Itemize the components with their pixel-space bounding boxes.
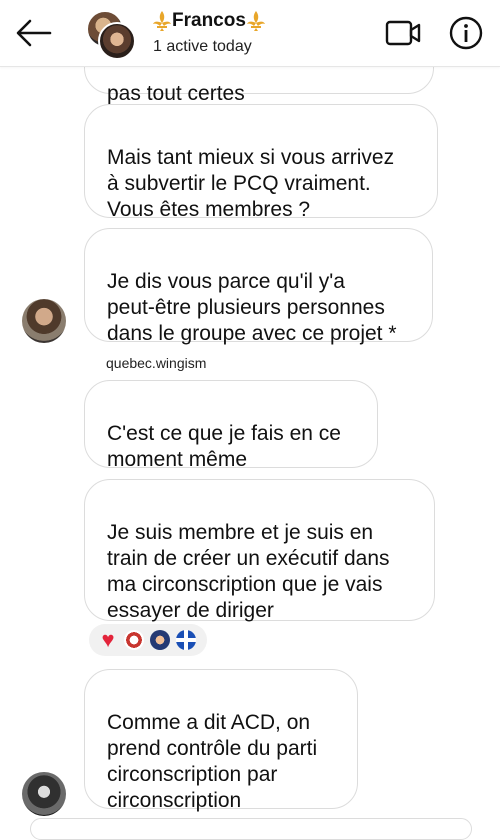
reaction-avatar [149,629,171,651]
sender-name[interactable]: quebec.wingism [106,355,206,371]
avatar[interactable] [22,772,66,816]
reactions-bar[interactable]: ♥ [89,624,207,656]
message-bubble[interactable]: Je suis membre et je suis en train de cr… [84,479,435,622]
message-bubble[interactable]: Comme a dit ACD, on prend contrôle du pa… [84,669,358,812]
message-bubble[interactable]: Je dis vous parce qu'il y'a peut-être pl… [84,228,433,345]
message-text: Je suis membre et je suis en train de cr… [107,521,390,622]
fleur-de-lis-icon [246,11,265,31]
message-text: Mais tant mieux si vous arrivez à subver… [107,146,395,221]
active-status: 1 active today [153,38,252,55]
fleur-de-lis-icon [153,11,171,31]
back-arrow-icon[interactable] [14,16,54,50]
quebec-flag-icon [175,629,197,651]
heart-icon: ♥ [101,627,115,652]
message-text: Comme a dit ACD, on prend contrôle du pa… [107,711,318,812]
chat-name: Francos [172,10,246,31]
message-text: pas tout certes [107,82,245,105]
group-avatar[interactable] [86,10,136,60]
message-bubble[interactable]: C'est ce que je fais en ce moment même [84,380,378,471]
info-icon[interactable] [448,15,484,51]
message-input[interactable] [30,818,472,840]
chat-header: Francos 1 active today [0,0,500,67]
reaction-avatar [123,629,145,651]
message-bubble[interactable]: Mais tant mieux si vous arrivez à subver… [84,104,438,221]
message-text: Je dis vous parce qu'il y'a peut-être pl… [107,270,397,345]
chat-title[interactable]: Francos [152,10,266,32]
avatar [98,22,136,60]
message-text: C'est ce que je fais en ce moment même [107,422,341,471]
avatar[interactable] [22,299,66,343]
video-call-icon[interactable] [384,18,422,48]
